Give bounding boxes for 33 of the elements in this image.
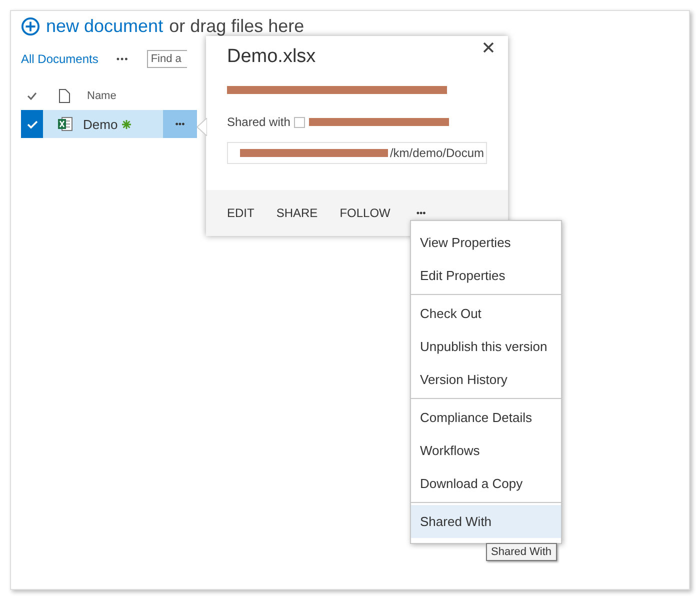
action-button[interactable]: EDIT xyxy=(227,206,254,220)
menu-item[interactable]: Unpublish this version xyxy=(411,330,561,363)
more-button[interactable]: ••• xyxy=(163,110,197,138)
menu-item[interactable]: Download a Copy xyxy=(411,467,561,500)
menu-item[interactable]: Shared With xyxy=(411,505,561,538)
document-row[interactable]: Demo ••• xyxy=(21,110,197,138)
plus-circle-icon xyxy=(21,16,40,36)
shared-with-label: Shared with xyxy=(227,115,290,129)
column-header[interactable]: Name xyxy=(87,90,116,102)
more-button[interactable]: ••• xyxy=(116,54,129,64)
search-field[interactable]: Find a xyxy=(146,50,187,68)
action-button[interactable]: SHARE xyxy=(276,206,318,220)
callout-title: Demo.xlsx xyxy=(227,46,317,68)
tooltip: Shared With xyxy=(486,543,557,561)
url-field[interactable]: /km/demo/Docum xyxy=(227,142,487,164)
file-name[interactable]: Demo xyxy=(83,116,118,132)
document-icon xyxy=(59,89,70,103)
menu-item[interactable]: Compliance Details xyxy=(411,401,561,434)
more-button[interactable]: ••• xyxy=(416,208,426,218)
drop-hint: or drag files here xyxy=(169,16,304,36)
checkmark-icon[interactable] xyxy=(27,92,37,100)
new-document-link[interactable]: new document xyxy=(46,16,164,36)
menu-item[interactable]: Edit Properties xyxy=(411,259,561,292)
close-icon[interactable] xyxy=(481,40,496,55)
menu-item[interactable]: Version History xyxy=(411,363,561,396)
menu-item[interactable]: View Properties xyxy=(411,226,561,259)
menu-item[interactable]: Check Out xyxy=(411,297,561,330)
menu-item[interactable]: Workflows xyxy=(411,434,561,467)
spreadsheet-icon xyxy=(57,116,73,132)
url-text: /km/demo/Docum xyxy=(390,146,484,160)
action-button[interactable]: FOLLOW xyxy=(340,206,390,220)
user-icon xyxy=(294,116,306,128)
view-link[interactable]: All Documents xyxy=(21,52,98,66)
